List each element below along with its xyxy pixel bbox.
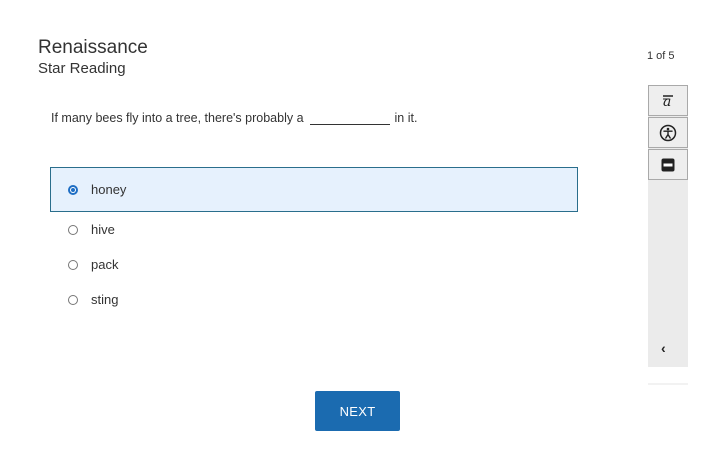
answer-option-hive[interactable]: hive: [50, 212, 578, 247]
product-name: Star Reading: [38, 60, 126, 77]
brand-name: Renaissance: [38, 37, 148, 58]
answer-option-label: hive: [91, 222, 115, 237]
question-text-after: in it.: [394, 111, 418, 125]
answer-option-label: pack: [91, 257, 119, 272]
answer-options: honey hive pack sting: [50, 167, 578, 317]
answer-option-pack[interactable]: pack: [50, 247, 578, 282]
next-button[interactable]: NEXT: [315, 391, 400, 431]
radio-button[interactable]: [68, 259, 78, 270]
line-reader-icon: [661, 158, 675, 171]
toolbar-footer: [648, 383, 688, 385]
collapse-chevron-icon[interactable]: ‹: [661, 340, 666, 356]
text-style-button[interactable]: a: [648, 85, 688, 116]
brand-header: Renaissance Star Reading: [38, 38, 148, 79]
radio-button[interactable]: [68, 224, 78, 235]
answer-option-label: sting: [91, 292, 119, 307]
tools-sidebar: a ‹: [648, 85, 688, 367]
answer-blank: [309, 106, 390, 125]
answer-option-honey[interactable]: honey: [50, 167, 578, 212]
accessibility-icon: [659, 124, 677, 141]
question-progress: 1 of 5: [647, 50, 675, 62]
answer-option-label: honey: [91, 182, 127, 197]
accessibility-button[interactable]: [648, 117, 688, 148]
text-style-icon: a: [663, 94, 673, 109]
answer-option-sting[interactable]: sting: [50, 282, 578, 317]
question-text: If many bees fly into a tree, there's pr…: [51, 106, 417, 125]
radio-button[interactable]: [68, 184, 78, 195]
question-text-before: If many bees fly into a tree, there's pr…: [51, 111, 304, 125]
radio-button[interactable]: [68, 294, 78, 305]
line-reader-button[interactable]: [648, 149, 688, 180]
